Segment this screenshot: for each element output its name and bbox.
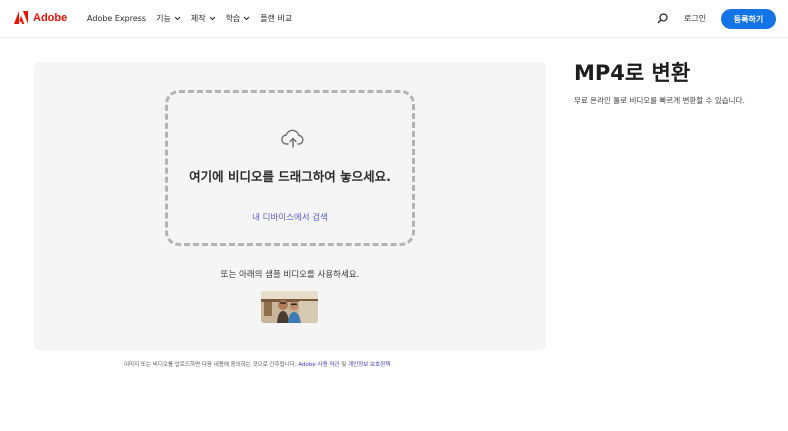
nav-features-label: 기능 — [156, 14, 171, 23]
nav-compare-plans-label: 플랜 비교 — [260, 14, 293, 23]
sample-video-text: 또는 아래의 샘플 비디오를 사용하세요. — [220, 270, 360, 280]
top-nav-bar: Adobe Adobe Express 기능 제작 학습 플랜 비교 로그인 등… — [0, 0, 788, 38]
upload-panel: 여기에 비디오를 드래그하여 놓으세요. 내 디바이스에서 검색 또는 아래의 … — [34, 62, 546, 350]
drop-title: 여기에 비디오를 드래그하여 놓으세요. — [189, 169, 391, 184]
brand-name: Adobe — [33, 11, 68, 24]
nav-compare-plans[interactable]: 플랜 비교 — [260, 13, 292, 24]
nav-adobe-express[interactable]: Adobe Express — [87, 13, 146, 24]
adobe-logo-icon — [14, 11, 28, 24]
main-nav: Adobe Express 기능 제작 학습 플랜 비교 — [87, 13, 302, 24]
nav-create[interactable]: 제작 — [191, 13, 216, 24]
nav-features[interactable]: 기능 — [156, 13, 181, 24]
terms-middle: 및 — [339, 362, 349, 368]
nav-create-label: 제작 — [190, 14, 206, 23]
chevron-down-icon — [209, 16, 215, 21]
search-icon[interactable] — [657, 13, 668, 24]
sample-video-thumbnail[interactable] — [261, 291, 318, 323]
video-dropzone[interactable]: 여기에 비디오를 드래그하여 놓으세요. 내 디바이스에서 검색 — [165, 90, 415, 246]
login-link[interactable]: 로그인 — [684, 13, 706, 24]
terms-prefix: 이미지 또는 비디오를 업로드하면 다음 내용에 동의하는 것으로 간주됩니다. — [124, 362, 299, 368]
nav-learn-label: 학습 — [225, 14, 241, 23]
chevron-down-icon — [174, 16, 181, 21]
cloud-upload-icon — [281, 129, 304, 148]
terms-of-use-link[interactable]: Adobe 사용 약관 — [298, 362, 339, 368]
nav-learn[interactable]: 학습 — [226, 13, 251, 24]
page-title: MP4로 변환 — [574, 61, 691, 85]
adobe-logo[interactable]: Adobe — [14, 11, 67, 24]
privacy-policy-link[interactable]: 개인정보 보호정책 — [348, 362, 390, 368]
chevron-down-icon — [243, 16, 250, 21]
terms-notice: 이미지 또는 비디오를 업로드하면 다음 내용에 동의하는 것으로 간주됩니다.… — [124, 360, 390, 368]
browse-device-link[interactable]: 내 디바이스에서 검색 — [168, 211, 412, 223]
sample-video-image — [261, 291, 318, 323]
signup-button[interactable]: 등록하기 — [721, 9, 776, 29]
page-subtitle: 무료 온라인 툴로 비디오를 빠르게 변환할 수 있습니다. — [574, 96, 745, 105]
